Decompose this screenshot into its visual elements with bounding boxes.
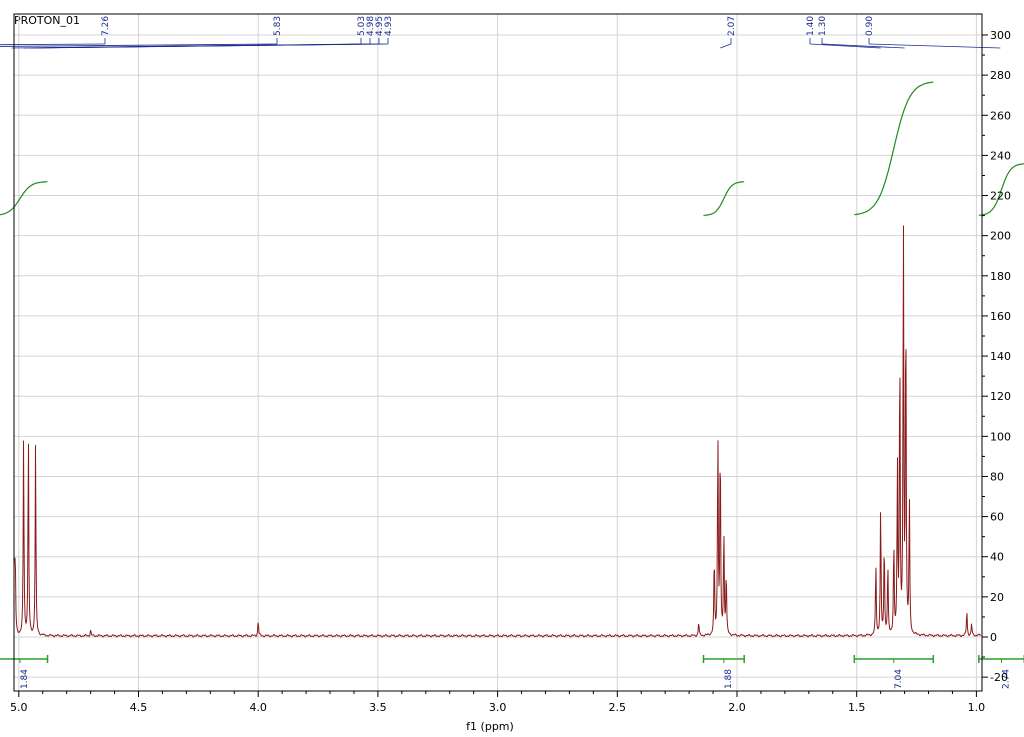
y-tick-label: 160 (990, 310, 1011, 323)
nmr-chart: PROTON_01 1.001.841.887.042.74 7.265.835… (0, 0, 1024, 737)
x-tick-label: 3.0 (489, 701, 507, 714)
x-tick-label: 4.0 (249, 701, 267, 714)
x-tick-label: 4.5 (130, 701, 148, 714)
peak-labels: 7.26 5.83 5.03 4.98 4.95 4.93 2.07 1.40 1.30 0.90 (0, 16, 1001, 49)
y-tick-label: 200 (990, 230, 1011, 243)
integral-value-label: 1.84 (20, 669, 30, 689)
x-tick-label: 2.5 (609, 701, 627, 714)
y-tick-label: 280 (990, 69, 1011, 82)
axes: 7.57.06.56.05.55.04.54.03.53.02.52.01.51… (10, 13, 1011, 714)
y-tick-label: 60 (990, 511, 1004, 524)
y-tick-label: 120 (990, 390, 1011, 403)
y-tick-label: 40 (990, 551, 1004, 564)
x-tick-label: 1.0 (968, 701, 986, 714)
peak-label: 1.30 (818, 16, 828, 36)
y-tick-label: 20 (990, 591, 1004, 604)
x-tick-label: 1.5 (848, 701, 866, 714)
y-tick-label: 80 (990, 470, 1004, 483)
y-tick-label: 300 (990, 29, 1011, 42)
grid (14, 14, 982, 691)
integral-value-label: 1.88 (724, 669, 734, 689)
x-tick-label: 2.0 (728, 701, 746, 714)
integral-curve (854, 81, 934, 216)
peak-label: 1.40 (806, 16, 816, 36)
y-tick-label: -20 (990, 671, 1008, 684)
y-tick-label: 180 (990, 270, 1011, 283)
peak-label: 5.83 (273, 16, 283, 36)
y-tick-label: 260 (990, 109, 1011, 122)
y-tick-label: 140 (990, 350, 1011, 363)
y-tick-label: 0 (990, 631, 997, 644)
integral-curve (703, 181, 745, 216)
x-tick-label: 5.0 (10, 701, 28, 714)
nmr-spectrum-plot: 1.001.841.887.042.74 7.265.835.034.984.9… (0, 13, 1024, 733)
integral-curve (0, 181, 48, 216)
x-axis-label: f1 (ppm) (466, 720, 514, 733)
peak-label: 0.90 (865, 16, 875, 36)
integral-value-label: 7.04 (894, 669, 904, 689)
peak-leader (720, 43, 732, 49)
x-tick-label: 3.5 (369, 701, 387, 714)
peak-label: 4.93 (384, 16, 394, 36)
y-tick-label: 220 (990, 190, 1011, 203)
peak-label: 2.07 (727, 16, 737, 36)
peak-label: 7.26 (101, 16, 111, 36)
integral-bars: 1.001.841.887.042.74 (0, 655, 1024, 689)
y-tick-label: 100 (990, 430, 1011, 443)
y-tick-label: 240 (990, 149, 1011, 162)
